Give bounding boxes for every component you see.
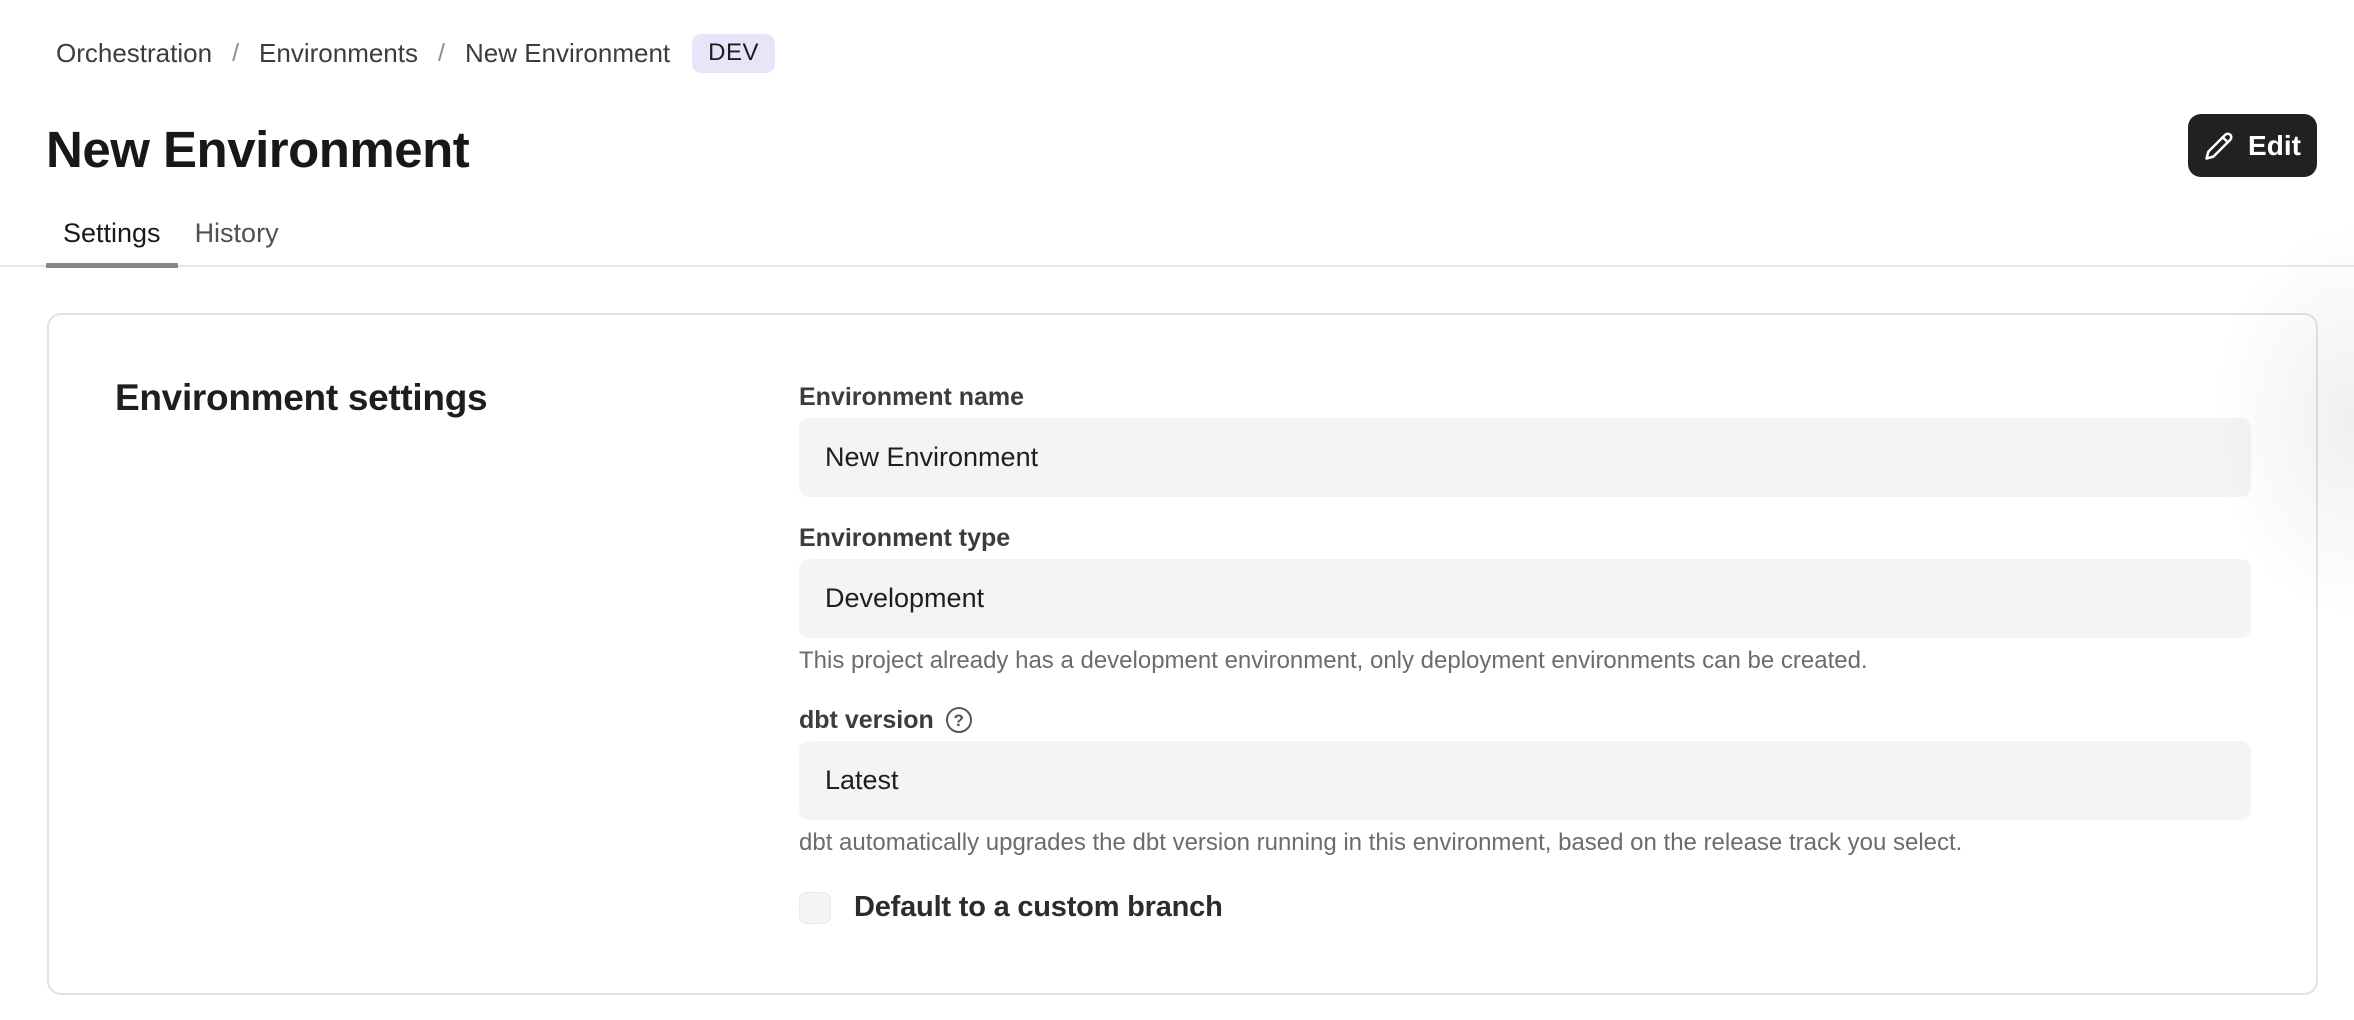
environment-type-input[interactable] [799, 559, 2251, 638]
question-circle-icon[interactable]: ? [946, 707, 972, 733]
page-title: New Environment [46, 119, 2308, 181]
breadcrumb-environments[interactable]: Environments [259, 38, 418, 69]
environment-type-label: Environment type [799, 522, 2251, 554]
page-header: New Environment Edit [46, 119, 2308, 181]
section-heading: Environment settings [115, 377, 799, 419]
tabs-bar: Settings History [0, 207, 2354, 267]
breadcrumb-separator: / [438, 39, 445, 68]
breadcrumb-orchestration[interactable]: Orchestration [56, 38, 212, 69]
environment-dev-badge: DEV [692, 34, 775, 73]
field-environment-name: Environment name [799, 381, 2251, 497]
edit-button[interactable]: Edit [2188, 114, 2317, 177]
breadcrumb-new-environment[interactable]: New Environment [465, 38, 670, 69]
custom-branch-checkbox[interactable] [799, 892, 831, 924]
field-dbt-version: dbt version ? dbt automatically upgrades… [799, 704, 2251, 858]
custom-branch-label: Default to a custom branch [854, 891, 1223, 924]
environment-name-input[interactable] [799, 418, 2251, 497]
environment-name-label: Environment name [799, 381, 2251, 413]
custom-branch-row: Default to a custom branch [799, 891, 2251, 924]
card-left-column: Environment settings [49, 315, 799, 993]
environment-settings-form: Environment name Environment type This p… [799, 315, 2251, 993]
tab-settings[interactable]: Settings [46, 207, 178, 265]
pencil-icon [2204, 131, 2234, 161]
tab-history[interactable]: History [178, 207, 296, 265]
breadcrumb-separator: / [232, 39, 239, 68]
environment-type-helper-text: This project already has a development e… [799, 646, 2251, 676]
environment-settings-card: Environment settings Environment name En… [47, 313, 2318, 995]
breadcrumb: Orchestration / Environments / New Envir… [56, 34, 2354, 73]
dbt-version-input[interactable] [799, 741, 2251, 820]
field-environment-type: Environment type This project already ha… [799, 522, 2251, 676]
dbt-version-label-text: dbt version [799, 704, 934, 736]
edit-button-label: Edit [2248, 130, 2301, 162]
dbt-version-helper-text: dbt automatically upgrades the dbt versi… [799, 828, 2251, 858]
dbt-version-label: dbt version ? [799, 704, 2251, 736]
